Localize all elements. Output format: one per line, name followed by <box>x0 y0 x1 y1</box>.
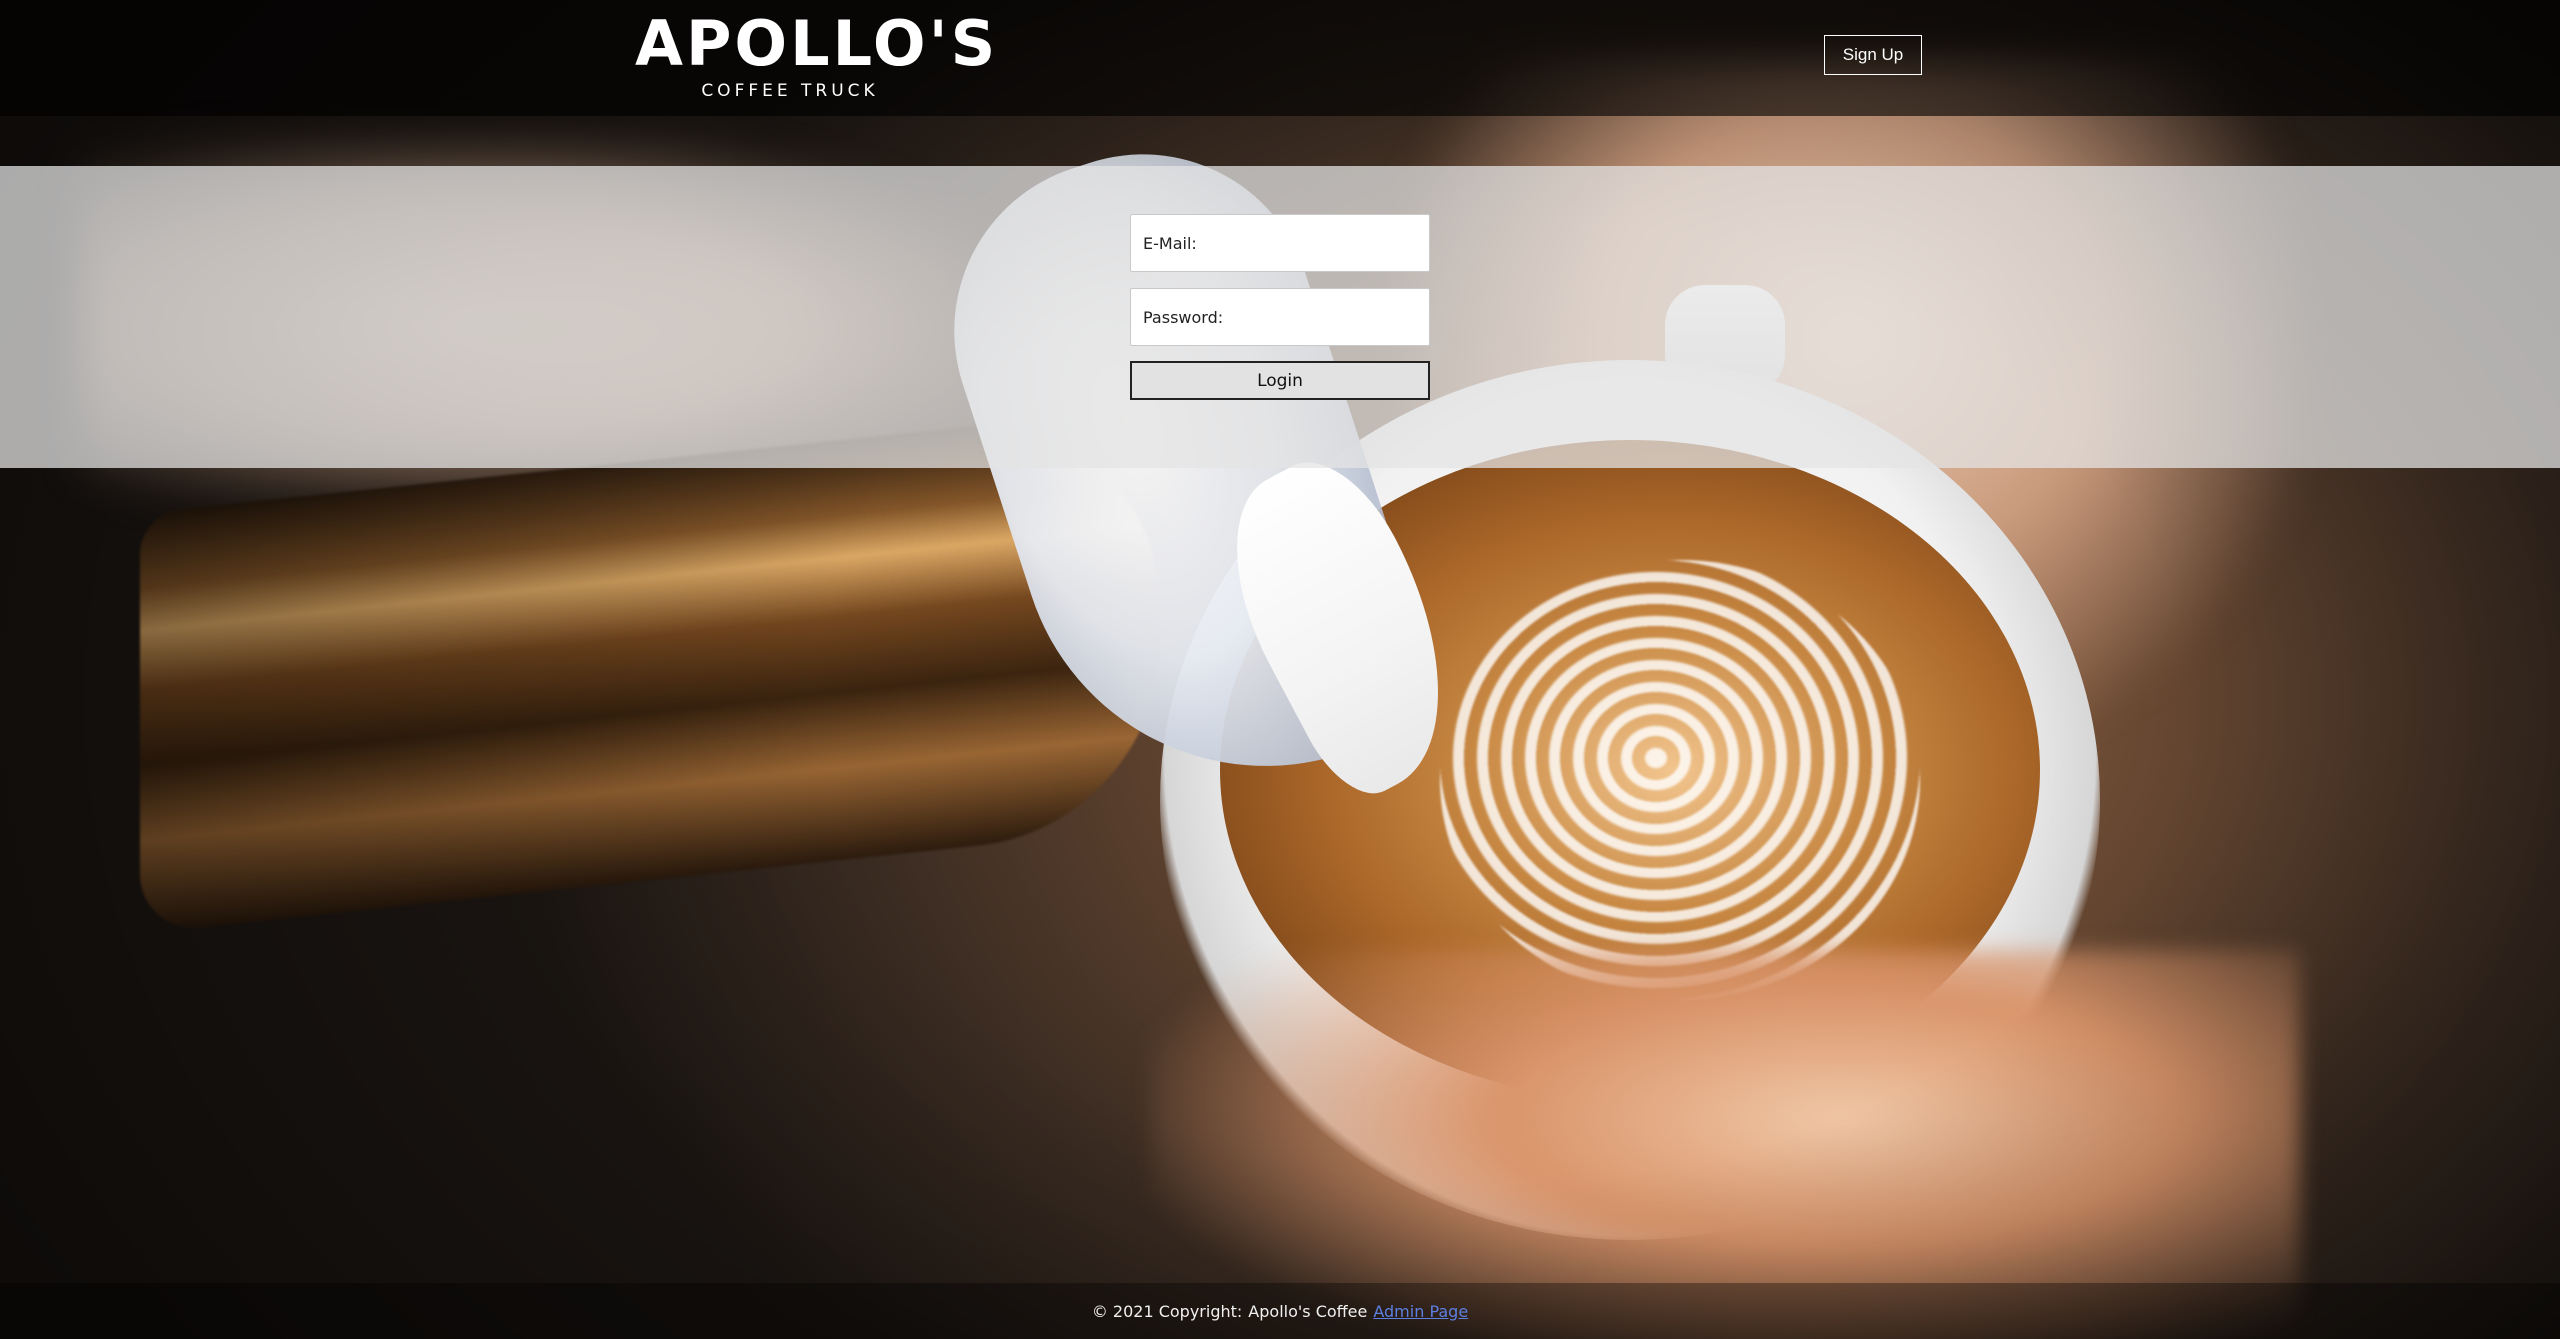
signup-button[interactable]: Sign Up <box>1824 35 1922 75</box>
brand-logo[interactable]: APOLLO'S COFFEE TRUCK <box>635 7 999 108</box>
logo-subtitle: COFFEE TRUCK <box>701 81 879 101</box>
logo-title: APOLLO'S <box>635 7 999 80</box>
site-footer: © 2021 Copyright: Apollo's Coffee Admin … <box>0 1283 2560 1339</box>
password-field[interactable] <box>1130 288 1430 346</box>
footer-brand: Apollo's Coffee <box>1248 1301 1368 1321</box>
admin-page-link[interactable]: Admin Page <box>1373 1302 1468 1321</box>
page: APOLLO'S COFFEE TRUCK Sign Up Login © 20… <box>0 0 2560 1339</box>
login-button[interactable]: Login <box>1130 361 1430 400</box>
copyright-text: © 2021 Copyright: <box>1091 1301 1243 1321</box>
email-field[interactable] <box>1130 214 1430 272</box>
login-panel: Login <box>0 166 2560 468</box>
site-header: APOLLO'S COFFEE TRUCK Sign Up <box>0 0 2560 116</box>
